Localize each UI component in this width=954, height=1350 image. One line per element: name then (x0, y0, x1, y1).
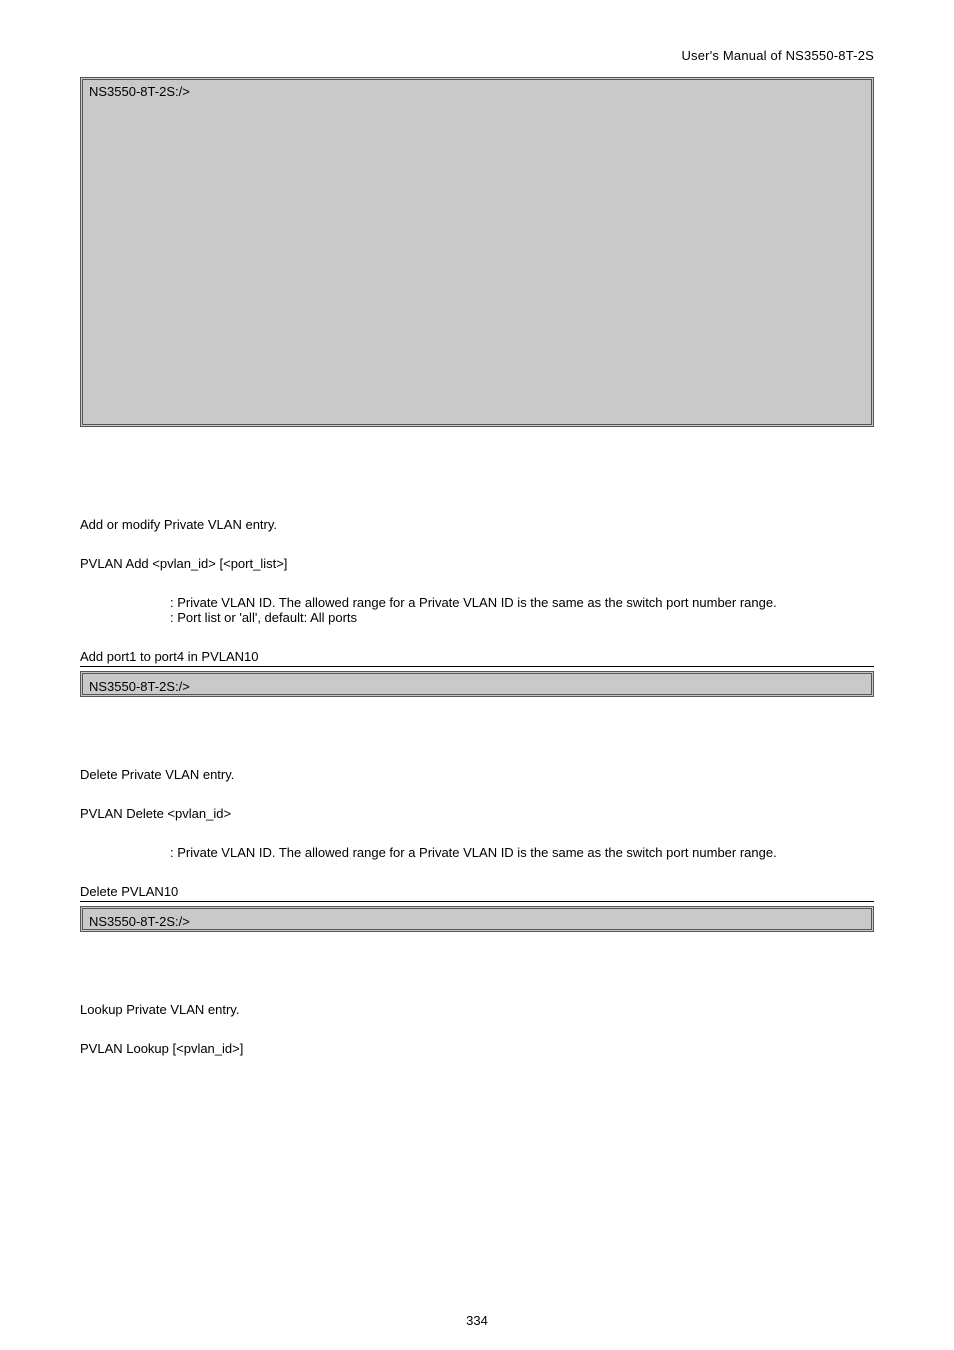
terminal-prompt: NS3550-8T-2S:/> (89, 914, 190, 929)
pvlan-delete-example: Delete PVLAN10 (80, 884, 874, 899)
document-page: User's Manual of NS3550-8T-2S NS3550-8T-… (0, 0, 954, 1350)
terminal-output-box: NS3550-8T-2S:/> (80, 77, 874, 427)
terminal-prompt: NS3550-8T-2S:/> (89, 679, 190, 694)
pvlan-add-syntax: PVLAN Add <pvlan_id> [<port_list>] (80, 556, 874, 571)
terminal-prompt: NS3550-8T-2S:/> (89, 84, 190, 99)
terminal-output-box: NS3550-8T-2S:/> (80, 906, 874, 932)
pvlan-lookup-description: Lookup Private VLAN entry. (80, 1002, 874, 1017)
pvlan-delete-syntax: PVLAN Delete <pvlan_id> (80, 806, 874, 821)
pvlan-add-param-portlist: : Port list or 'all', default: All ports (170, 610, 874, 625)
pvlan-add-description: Add or modify Private VLAN entry. (80, 517, 874, 532)
pvlan-add-params: : Private VLAN ID. The allowed range for… (80, 595, 874, 625)
pvlan-add-example: Add port1 to port4 in PVLAN10 (80, 649, 874, 664)
page-number: 334 (0, 1313, 954, 1328)
page-header-title: User's Manual of NS3550-8T-2S (80, 48, 874, 63)
pvlan-delete-description: Delete Private VLAN entry. (80, 767, 874, 782)
pvlan-add-param-id: : Private VLAN ID. The allowed range for… (170, 595, 874, 610)
pvlan-delete-params: : Private VLAN ID. The allowed range for… (80, 845, 874, 860)
terminal-output-box: NS3550-8T-2S:/> (80, 671, 874, 697)
pvlan-delete-param-id: : Private VLAN ID. The allowed range for… (170, 845, 874, 860)
pvlan-lookup-syntax: PVLAN Lookup [<pvlan_id>] (80, 1041, 874, 1056)
